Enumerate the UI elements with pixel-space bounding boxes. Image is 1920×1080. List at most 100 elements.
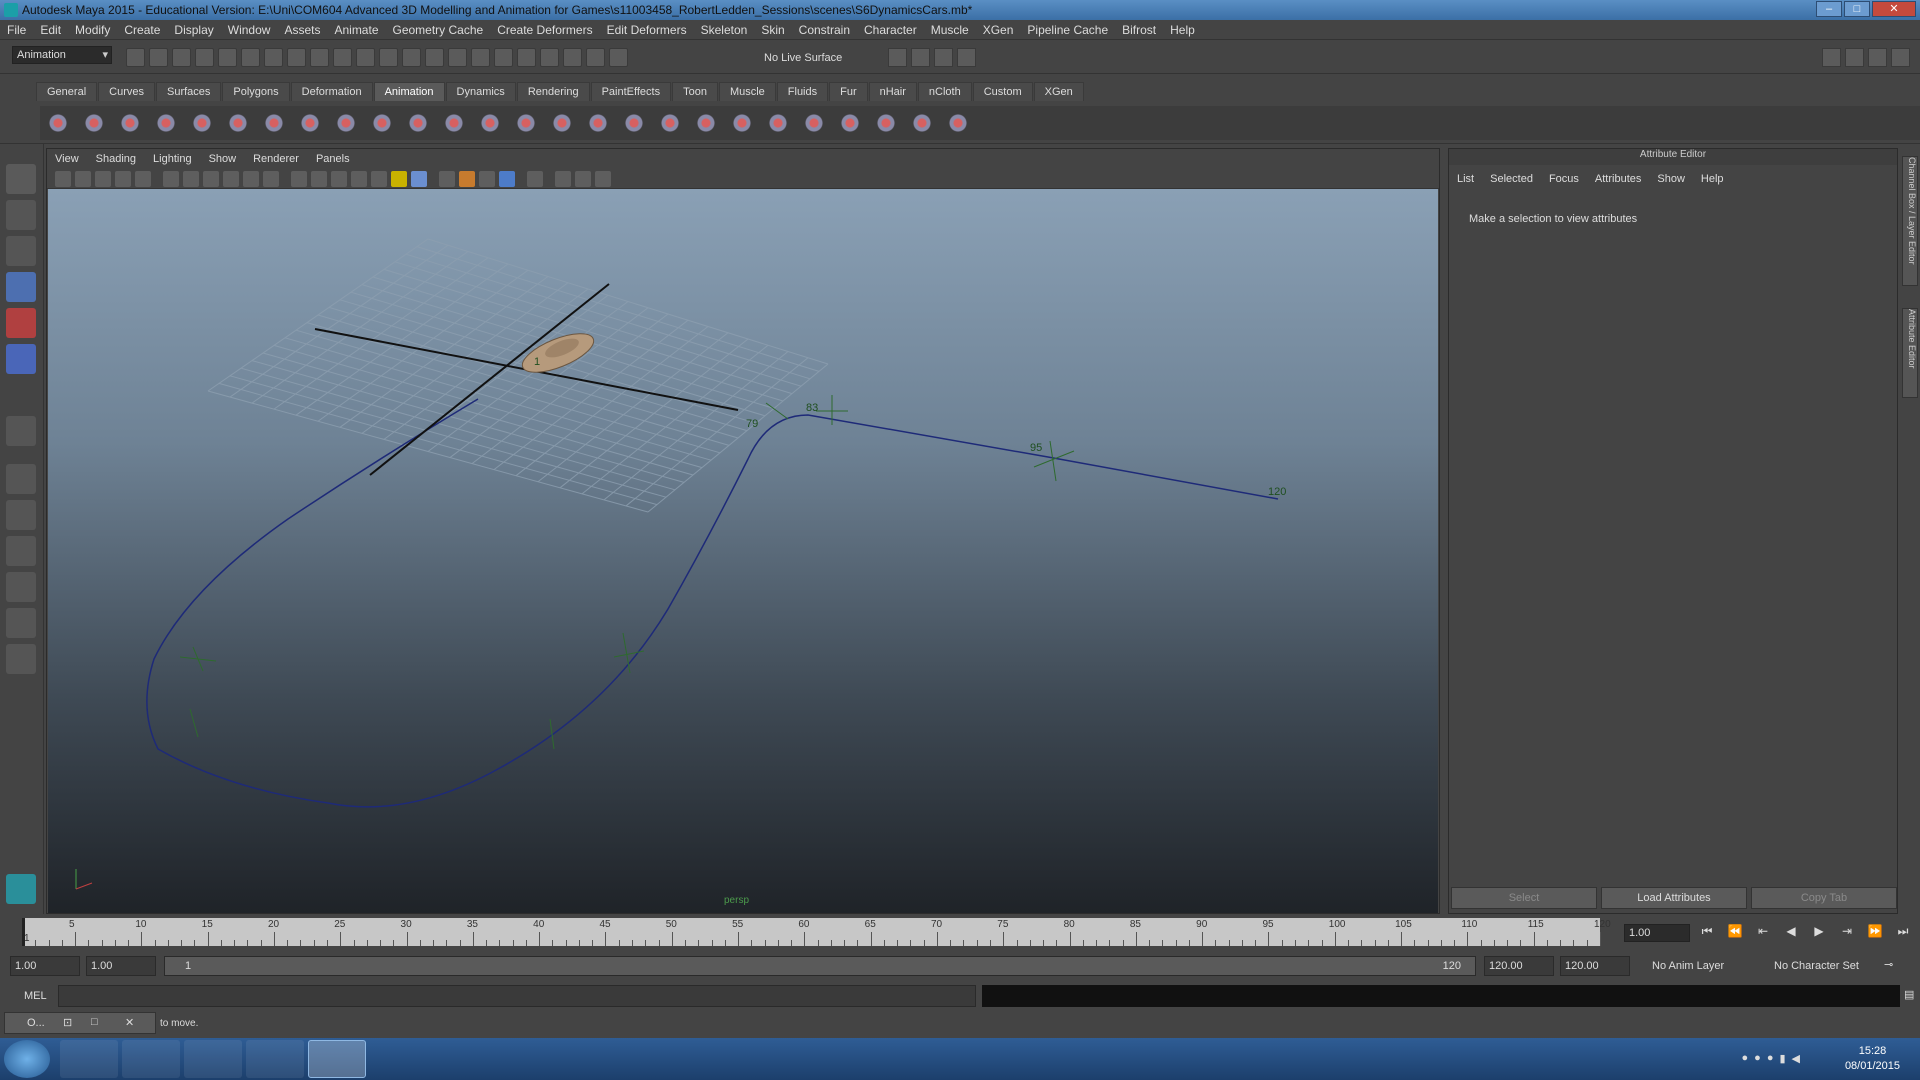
grease-pencil-icon[interactable] (135, 171, 151, 187)
shelf-tab-general[interactable]: General (36, 82, 98, 101)
play-backward-icon[interactable]: ◀ (1782, 924, 1800, 942)
snap-point-icon[interactable] (310, 48, 329, 67)
attribute-editor-toggle-icon[interactable] (1845, 48, 1864, 67)
motion-path-curve[interactable] (146, 398, 1279, 808)
vp-menu-view[interactable]: View (47, 149, 88, 165)
shelf-tab-animation[interactable]: Animation (373, 82, 445, 101)
select-tool-icon[interactable] (6, 164, 36, 194)
render-frame-icon[interactable] (494, 48, 513, 67)
select-highlight-icon[interactable] (471, 48, 490, 67)
help-icon[interactable] (425, 48, 444, 67)
shelf-tab-toon[interactable]: Toon (672, 82, 718, 101)
menu-create-deformers[interactable]: Create Deformers (490, 20, 599, 37)
prev-key-icon[interactable]: ⇤ (1754, 924, 1772, 942)
joint-tool-icon[interactable] (152, 109, 180, 137)
skeleton-icon[interactable] (188, 109, 216, 137)
use-all-lights-icon[interactable] (391, 171, 407, 187)
dope-sheet-layout-icon[interactable] (6, 644, 36, 674)
lasso-tool-icon[interactable] (6, 200, 36, 230)
maya-taskbar-icon[interactable] (308, 1040, 366, 1078)
shelf-tab-painteffects[interactable]: PaintEffects (590, 82, 672, 101)
menu-muscle[interactable]: Muscle (924, 20, 976, 37)
close-icon[interactable]: ✕ (125, 1016, 134, 1029)
shelf-tab-fluids[interactable]: Fluids (776, 82, 829, 101)
script-editor-icon[interactable]: ▤ (1904, 988, 1914, 1001)
textured-icon[interactable] (371, 171, 387, 187)
bind-skin-icon[interactable] (440, 109, 468, 137)
xray-active-icon[interactable] (575, 171, 591, 187)
menu-file[interactable]: File (0, 20, 33, 37)
smooth-shade-icon[interactable] (311, 171, 327, 187)
remove-joint-icon[interactable] (260, 109, 288, 137)
move-tool-icon[interactable] (6, 272, 36, 302)
select-hierarchy-icon[interactable] (195, 48, 214, 67)
menu-skeleton[interactable]: Skeleton (694, 20, 755, 37)
shelf-tab-custom[interactable]: Custom (972, 82, 1033, 101)
last-tool-icon[interactable] (6, 416, 36, 446)
menu-geometry-cache[interactable]: Geometry Cache (386, 20, 491, 37)
ae-menu-show[interactable]: Show (1649, 169, 1693, 189)
playback-start-field[interactable]: 1.00 (86, 956, 156, 976)
menu-create[interactable]: Create (117, 20, 167, 37)
hypershade-icon[interactable] (563, 48, 582, 67)
select-button[interactable]: Select (1451, 887, 1597, 909)
render-view-icon[interactable] (586, 48, 605, 67)
anim-layer-label[interactable]: No Anim Layer (1652, 960, 1724, 972)
channel-box-toggle-icon[interactable] (1891, 48, 1910, 67)
connect-joint-icon[interactable] (296, 109, 324, 137)
isolate-select-icon[interactable] (527, 171, 543, 187)
menu-help[interactable]: Help (1163, 20, 1202, 37)
menu-animate[interactable]: Animate (327, 20, 385, 37)
time-slider-bar[interactable]: 1 5 10 15 20 25 30 35 40 45 50 55 60 65 70 75 80 85 90 95 1… (22, 918, 1611, 946)
shelf-tab-xgen[interactable]: XGen (1033, 82, 1084, 101)
shadows-icon[interactable] (411, 171, 427, 187)
image-plane-icon[interactable] (95, 171, 111, 187)
safe-action-icon[interactable] (263, 171, 279, 187)
volume-icon[interactable]: ◀ (1792, 1052, 1800, 1065)
minimized-window[interactable]: O... ⊡ □ ✕ (4, 1012, 156, 1034)
aim-constraint-icon[interactable] (548, 109, 576, 137)
menu-skin[interactable]: Skin (754, 20, 791, 37)
film-gate-icon[interactable] (183, 171, 199, 187)
wireframe-on-shaded-icon[interactable] (331, 171, 347, 187)
menu-edit-deformers[interactable]: Edit Deformers (600, 20, 694, 37)
insert-joint-icon[interactable] (224, 109, 252, 137)
hud-icon[interactable] (595, 171, 611, 187)
step-back-icon[interactable]: ⏪ (1726, 924, 1744, 942)
ik-spline-icon[interactable] (116, 109, 144, 137)
layers-icon[interactable] (934, 48, 953, 67)
blend-shape-icon[interactable] (692, 109, 720, 137)
attribute-editor-tab[interactable]: Attribute Editor (1902, 308, 1918, 398)
character-icon[interactable] (620, 109, 648, 137)
shelf-tab-muscle[interactable]: Muscle (718, 82, 776, 101)
ae-menu-selected[interactable]: Selected (1482, 169, 1541, 189)
vp-menu-lighting[interactable]: Lighting (145, 149, 201, 165)
lock-icon[interactable] (448, 48, 467, 67)
rotate-tool-icon[interactable] (6, 308, 36, 338)
menu-set-selector[interactable]: Animation (12, 46, 112, 64)
ae-menu-help[interactable]: Help (1693, 169, 1732, 189)
stack-icon[interactable] (911, 48, 930, 67)
hypershade-layout-icon[interactable] (6, 608, 36, 638)
menu-character[interactable]: Character (857, 20, 924, 37)
shelf-tab-deformation[interactable]: Deformation (290, 82, 373, 101)
menu-constrain[interactable]: Constrain (792, 20, 857, 37)
orient-joint-icon[interactable] (368, 109, 396, 137)
shelf-tab-ncloth[interactable]: nCloth (917, 82, 972, 101)
shelf-tab-curves[interactable]: Curves (98, 82, 155, 101)
2d-pan-icon[interactable] (115, 171, 131, 187)
network-icon[interactable]: ▮ (1779, 1052, 1785, 1065)
bookmark-icon[interactable] (75, 171, 91, 187)
shelf-tab-fur[interactable]: Fur (829, 82, 868, 101)
media-player-icon[interactable] (184, 1040, 242, 1078)
copy-tab-button[interactable]: Copy Tab (1751, 887, 1897, 909)
grid-toggle-icon[interactable] (163, 171, 179, 187)
go-to-end-icon[interactable]: ⏭ (1894, 924, 1912, 942)
construction-icon[interactable] (402, 48, 421, 67)
render-settings-icon[interactable] (540, 48, 559, 67)
paint-weights-icon[interactable] (764, 109, 792, 137)
scale-constraint-icon[interactable] (944, 109, 972, 137)
vp-menu-shading[interactable]: Shading (88, 149, 145, 165)
depth-of-field-icon[interactable] (499, 171, 515, 187)
play-forward-icon[interactable]: ▶ (1810, 924, 1828, 942)
